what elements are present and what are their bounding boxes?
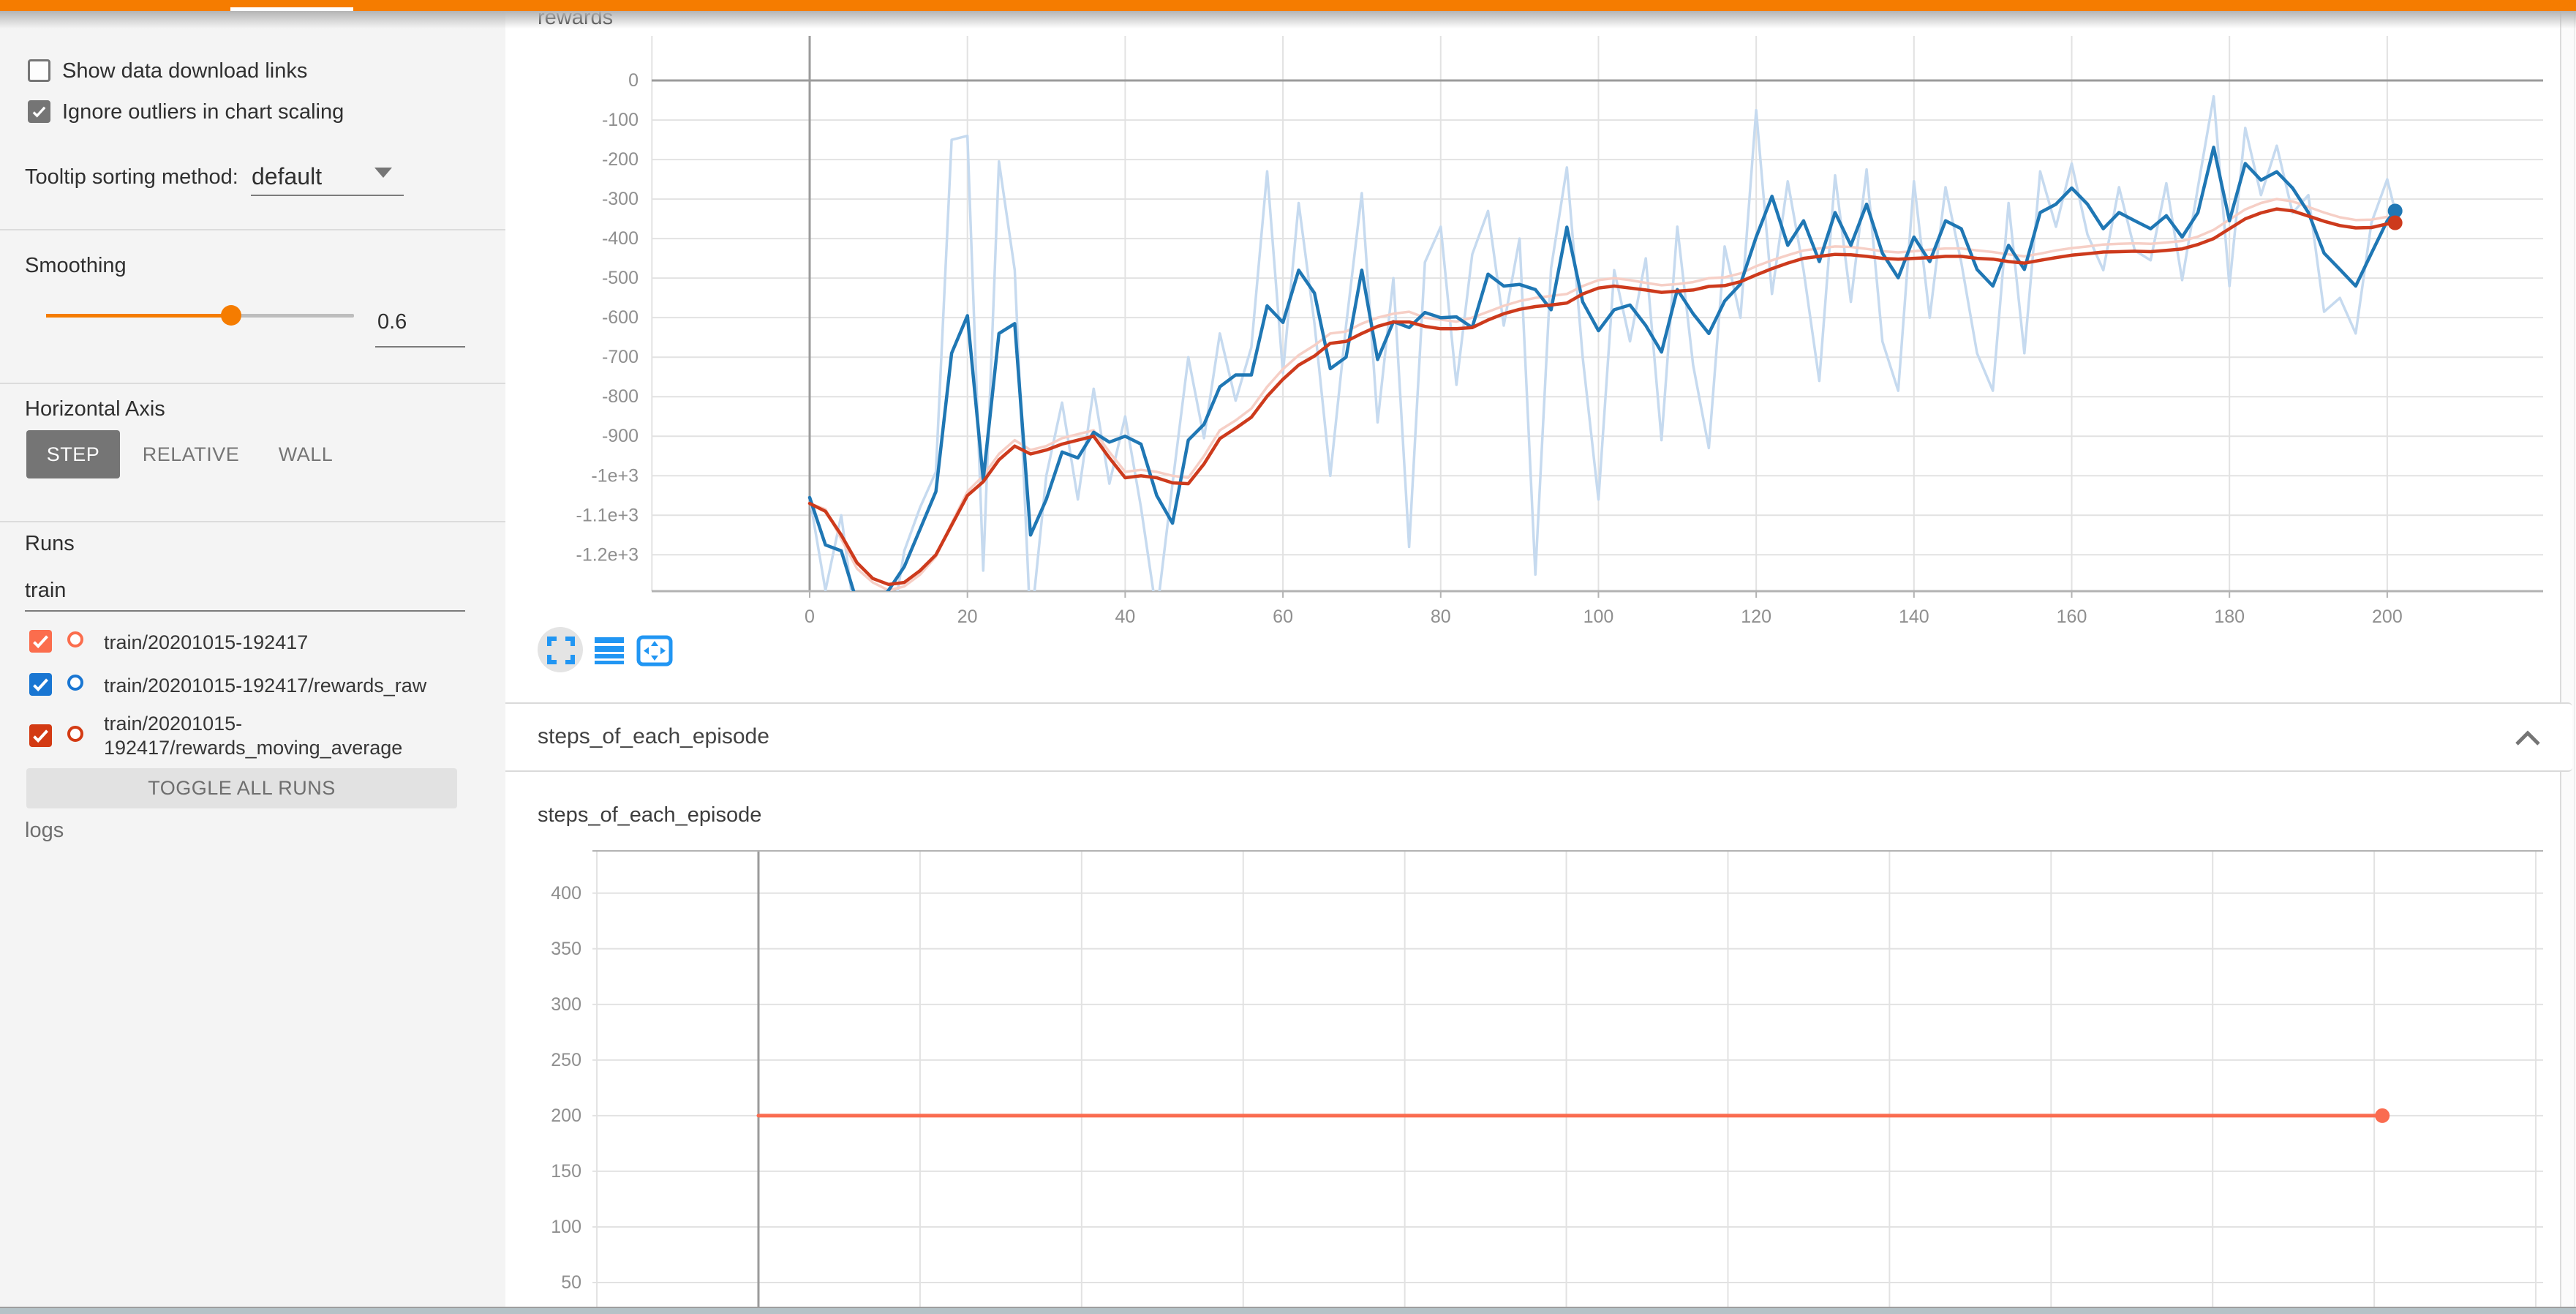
svg-text:400: 400: [551, 883, 581, 904]
section-header-band[interactable]: [505, 702, 2572, 772]
show-download-links-checkbox[interactable]: [28, 59, 50, 82]
data-table-icon[interactable]: [595, 637, 624, 664]
svg-text:200: 200: [551, 1105, 581, 1126]
check-icon: [31, 726, 50, 746]
horizontal-axis-label: Horizontal Axis: [25, 397, 165, 421]
axis-step-button[interactable]: STEP: [26, 430, 120, 478]
svg-text:-1.1e+3: -1.1e+3: [576, 505, 639, 525]
svg-text:-400: -400: [602, 228, 639, 249]
check-icon: [31, 675, 50, 694]
svg-text:-1e+3: -1e+3: [591, 465, 639, 486]
steps-chart-title: steps_of_each_episode: [538, 803, 761, 827]
svg-text:140: 140: [1899, 607, 1929, 627]
smoothing-value-underline: [375, 346, 465, 348]
svg-text:40: 40: [1115, 607, 1135, 627]
run-filter-underline: [25, 610, 465, 612]
svg-text:-200: -200: [602, 149, 639, 170]
svg-text:-100: -100: [602, 110, 639, 130]
run-isolate-radio[interactable]: [67, 726, 83, 742]
run-isolate-radio[interactable]: [67, 675, 83, 691]
run-label: train/20201015-192417/rewards_raw: [104, 674, 493, 698]
app-header-bar: [0, 0, 2576, 11]
sidebar-divider: [0, 229, 505, 230]
run-checkbox[interactable]: [29, 724, 52, 747]
smoothing-label: Smoothing: [25, 254, 127, 278]
svg-text:80: 80: [1431, 607, 1451, 627]
svg-text:20: 20: [957, 607, 978, 627]
smoothing-slider-handle[interactable]: [221, 305, 241, 326]
collapse-chevron-icon[interactable]: [2515, 730, 2541, 746]
svg-text:300: 300: [551, 994, 581, 1015]
runs-label: Runs: [25, 532, 75, 556]
run-isolate-radio[interactable]: [67, 631, 83, 647]
svg-text:120: 120: [1741, 607, 1771, 627]
tooltip-sorting-select[interactable]: default: [252, 163, 322, 190]
section-header-title: steps_of_each_episode: [538, 724, 769, 749]
run-checkbox[interactable]: [29, 630, 52, 653]
svg-text:-700: -700: [602, 347, 639, 367]
run-checkbox[interactable]: [29, 673, 52, 696]
tooltip-select-underline: [251, 195, 404, 196]
svg-text:0: 0: [805, 607, 815, 627]
dropdown-arrow-icon[interactable]: [374, 168, 392, 178]
run-label: train/20201015-192417/rewards_moving_ave…: [104, 712, 493, 760]
window-bottom-edge: [0, 1307, 2576, 1314]
sidebar: Show data download links Ignore outliers…: [0, 11, 505, 1314]
smoothing-slider-fill: [46, 314, 230, 318]
logs-label: logs: [25, 819, 64, 843]
check-icon: [31, 631, 50, 651]
svg-text:350: 350: [551, 939, 581, 959]
svg-text:180: 180: [2214, 607, 2245, 627]
expand-icon[interactable]: [547, 637, 575, 664]
tooltip-sorting-label: Tooltip sorting method:: [25, 165, 238, 189]
svg-text:-800: -800: [602, 386, 639, 407]
svg-text:-300: -300: [602, 189, 639, 209]
active-tab-indicator: [230, 7, 353, 11]
sidebar-divider: [0, 521, 505, 522]
svg-text:0: 0: [628, 70, 639, 91]
run-filter-input[interactable]: train: [25, 579, 66, 603]
fit-domain-icon[interactable]: [636, 635, 673, 667]
ignore-outliers-label: Ignore outliers in chart scaling: [62, 100, 344, 124]
tensorboard-page: rewards 0-100-200-300-400-500-600-700-80…: [0, 0, 2576, 1314]
svg-text:160: 160: [2057, 607, 2087, 627]
toggle-all-runs-button[interactable]: TOGGLE ALL RUNS: [26, 768, 457, 808]
show-download-links-label: Show data download links: [62, 59, 307, 83]
svg-text:100: 100: [1583, 607, 1614, 627]
run-label: train/20201015-192417: [104, 631, 493, 655]
svg-text:250: 250: [551, 1050, 581, 1070]
axis-relative-button[interactable]: RELATIVE: [132, 430, 250, 478]
smoothing-value-input[interactable]: 0.6: [377, 310, 407, 334]
svg-text:-500: -500: [602, 268, 639, 288]
sidebar-divider: [0, 383, 505, 384]
svg-text:100: 100: [551, 1217, 581, 1237]
svg-text:150: 150: [551, 1161, 581, 1182]
svg-text:-900: -900: [602, 426, 639, 446]
svg-text:60: 60: [1273, 607, 1293, 627]
svg-text:-600: -600: [602, 307, 639, 328]
svg-text:200: 200: [2372, 607, 2403, 627]
svg-text:50: 50: [561, 1272, 581, 1293]
header-shadow: [0, 11, 2576, 29]
check-icon: [31, 103, 48, 120]
svg-text:-1.2e+3: -1.2e+3: [576, 544, 639, 565]
ignore-outliers-checkbox[interactable]: [28, 100, 50, 123]
axis-wall-button[interactable]: WALL: [262, 430, 350, 478]
